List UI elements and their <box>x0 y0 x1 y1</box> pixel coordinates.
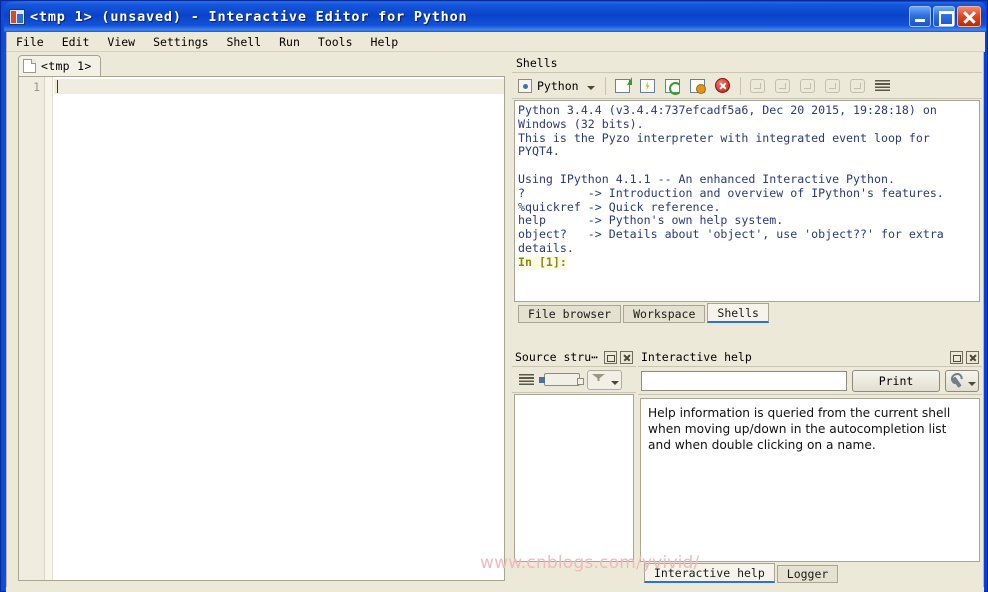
print-button[interactable]: Print <box>852 369 940 392</box>
shells-tabstrip: File browser Workspace Shells <box>512 302 982 323</box>
restart-shell-icon[interactable] <box>662 76 684 96</box>
console-banner-text: Python 3.4.4 (v3.4.4:737efcadf5a6, Dec 2… <box>518 103 944 255</box>
navigation-combo-icon[interactable] <box>539 370 584 390</box>
postmortem-icon[interactable] <box>872 76 894 96</box>
interactive-help-title: Interactive help <box>641 350 752 364</box>
terminate-shell-icon[interactable] <box>712 76 734 96</box>
shell-selector-dropdown[interactable]: Python <box>516 78 599 94</box>
help-options-button[interactable] <box>945 369 979 392</box>
interactive-help-toolbar: Print <box>638 367 982 395</box>
chevron-down-icon <box>611 380 619 385</box>
editor-tab-bar: <tmp 1> <box>10 54 510 76</box>
shell-config-icon[interactable] <box>687 76 709 96</box>
document-icon <box>23 59 36 73</box>
menu-run[interactable]: Run <box>270 33 309 51</box>
menu-edit[interactable]: Edit <box>53 33 99 51</box>
show-lines-icon[interactable] <box>516 370 537 390</box>
status-bar <box>6 587 984 592</box>
help-search-input[interactable] <box>641 370 847 391</box>
float-panel-icon[interactable] <box>950 350 963 364</box>
code-editor[interactable]: 1 <box>18 76 505 581</box>
shell-console-output[interactable]: Python 3.4.4 (v3.4.4:737efcadf5a6, Dec 2… <box>514 100 980 302</box>
new-shell-icon[interactable] <box>612 76 634 96</box>
help-tabstrip: Interactive help Logger <box>638 562 982 583</box>
current-line-highlight <box>54 79 504 94</box>
maximize-button[interactable] <box>933 6 955 27</box>
text-caret <box>57 80 58 93</box>
menu-file[interactable]: File <box>7 33 53 51</box>
editor-tab-label: <tmp 1> <box>41 59 92 73</box>
menu-help[interactable]: Help <box>362 33 408 51</box>
shells-panel-title: Shells <box>512 54 982 73</box>
client-area: File Edit View Settings Shell Run Tools … <box>6 32 985 587</box>
interactive-help-panel: Interactive help Print Help information … <box>638 348 982 585</box>
menu-settings[interactable]: Settings <box>144 33 217 51</box>
source-structure-panel: Source stru⋯ <box>512 348 636 585</box>
right-dock-column: Shells Python Python 3.4.4 (v3.4.4:737ef… <box>512 54 982 585</box>
source-structure-tree[interactable] <box>514 394 634 562</box>
tab-interactive-help[interactable]: Interactive help <box>644 563 775 583</box>
filter-funnel-icon[interactable] <box>587 369 622 390</box>
source-structure-title: Source stru⋯ <box>515 350 599 364</box>
line-number: 1 <box>33 79 40 94</box>
window-title: <tmp 1> (unsaved) - Interactive Editor f… <box>30 9 468 25</box>
source-structure-header: Source stru⋯ <box>512 348 636 367</box>
tab-workspace[interactable]: Workspace <box>623 305 706 323</box>
close-panel-icon[interactable] <box>966 350 979 364</box>
toolbar-separator <box>739 76 741 95</box>
minimize-button[interactable] <box>909 6 931 27</box>
python-shell-icon <box>518 78 532 93</box>
editor-panel: <tmp 1> 1 <box>10 54 510 585</box>
source-structure-toolbar <box>512 367 636 393</box>
title-bar: <tmp 1> (unsaved) - Interactive Editor f… <box>4 2 986 32</box>
debug-pause-icon <box>747 76 769 96</box>
tab-file-browser[interactable]: File browser <box>518 305 622 323</box>
debug-shell-icon[interactable] <box>637 76 659 96</box>
shell-selector-label: Python <box>537 78 579 93</box>
shells-toolbar: Python <box>512 73 982 99</box>
interactive-help-header: Interactive help <box>638 348 982 367</box>
menu-tools[interactable]: Tools <box>309 33 362 51</box>
chevron-down-icon <box>586 86 595 90</box>
pyzo-app-icon <box>9 9 25 25</box>
code-line-1: 1 <box>19 79 45 94</box>
shell-prompt: In [1]: <box>518 254 567 270</box>
tab-shells[interactable]: Shells <box>707 303 769 323</box>
close-panel-icon[interactable] <box>620 350 633 364</box>
wrench-icon <box>946 371 965 390</box>
application-window: <tmp 1> (unsaved) - Interactive Editor f… <box>0 0 988 592</box>
editor-tab-tmp1[interactable]: <tmp 1> <box>18 55 101 76</box>
line-number-gutter <box>19 77 45 580</box>
menu-shell[interactable]: Shell <box>218 33 271 51</box>
tab-logger[interactable]: Logger <box>776 565 839 583</box>
close-button[interactable] <box>957 6 981 27</box>
float-panel-icon[interactable] <box>604 350 617 364</box>
shells-panel: Shells Python Python 3.4.4 (v3.4.4:737ef… <box>512 54 982 324</box>
debug-stepout-icon <box>822 76 844 96</box>
menu-bar: File Edit View Settings Shell Run Tools … <box>7 32 985 52</box>
toolbar-separator <box>604 76 606 95</box>
chevron-down-icon <box>967 381 976 386</box>
debug-step-icon <box>772 76 794 96</box>
debug-stepin-icon <box>797 76 819 96</box>
menu-view[interactable]: View <box>98 33 144 51</box>
interactive-help-text: Help information is queried from the cur… <box>640 398 980 562</box>
debug-stop-icon <box>847 76 869 96</box>
window-controls <box>909 6 981 27</box>
breakpoint-margin[interactable] <box>45 77 53 580</box>
